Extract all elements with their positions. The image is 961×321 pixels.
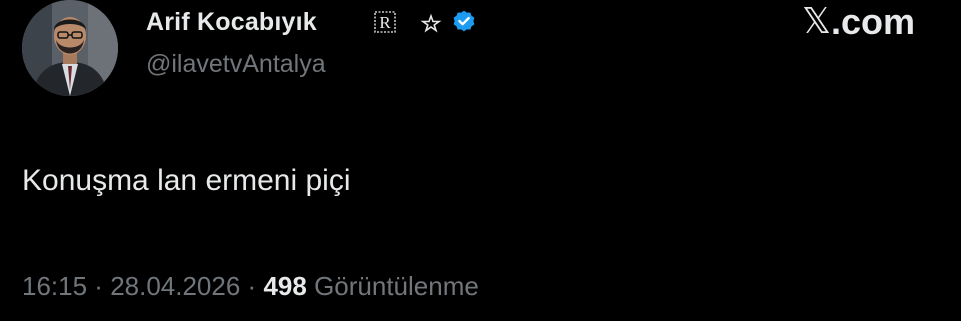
- views-label: Görüntülenme: [314, 271, 479, 301]
- x-logo-icon: 𝕏: [801, 1, 831, 42]
- author-display-name[interactable]: Arif Kocabıyık: [146, 8, 317, 37]
- emblem-letter: R: [379, 13, 391, 32]
- tweet-date[interactable]: 28.04.2026: [110, 271, 240, 301]
- author-handle[interactable]: @ilavetvAntalya: [146, 50, 326, 79]
- avatar-photo: [22, 0, 118, 96]
- views-count[interactable]: 498: [263, 271, 306, 301]
- tweet-text: Konuşma lan ermeni piçi: [22, 164, 351, 197]
- meta-separator: ·: [87, 271, 111, 301]
- tweet-card: Arif Kocabıyık R @ilavetvAntalya 𝕏 .com …: [0, 0, 961, 321]
- avatar[interactable]: [22, 0, 118, 96]
- verified-badge-icon[interactable]: [451, 9, 477, 35]
- author-name-row: Arif Kocabıyık R: [146, 2, 477, 42]
- tweet-time[interactable]: 16:15: [22, 271, 87, 301]
- brand-domain: .com: [830, 1, 915, 42]
- meta-separator: ·: [240, 271, 264, 301]
- x-com-logo: 𝕏 .com: [802, 2, 915, 42]
- tweet-meta: 16:15 · 28.04.2026 · 498 Görüntülenme: [22, 271, 479, 302]
- flag-emblem-icon: R: [373, 6, 445, 38]
